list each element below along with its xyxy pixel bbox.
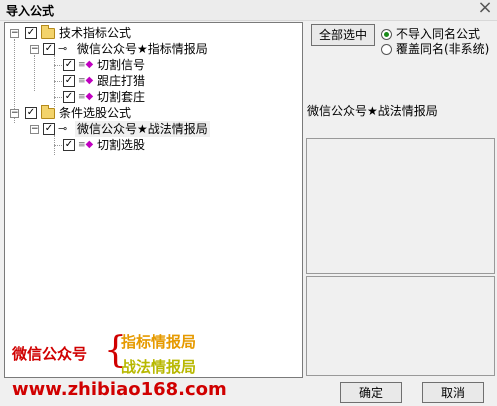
title-bar: 导入公式 × <box>0 0 497 21</box>
formula-icon: ≡◆ <box>78 75 94 86</box>
checkbox-icon[interactable]: ✓ <box>63 75 75 87</box>
watermark-strategy-bureau: 战法情报局 <box>121 358 197 376</box>
tree-node-formula[interactable]: ✓ ≡◆ 切割套庄 <box>5 89 295 105</box>
tree-node-screening-formulas[interactable]: − ✓ 条件选股公式 <box>5 105 295 121</box>
checkbox-icon[interactable]: ✓ <box>63 91 75 103</box>
watermark-indicator-bureau: 指标情报局 <box>121 333 197 351</box>
tree-node-formula[interactable]: ✓ ≡◆ 跟庄打猎 <box>5 73 295 89</box>
formula-icon: ≡◆ <box>78 139 94 150</box>
formula-name-text: 微信公众号★战法情报局 <box>307 104 438 118</box>
formula-description-box <box>306 138 495 274</box>
tree-node-indicator-group[interactable]: − ✓ ⊸ 微信公众号★指标情报局 <box>5 41 295 57</box>
collapse-icon[interactable]: − <box>10 29 19 38</box>
tree-node-label: 微信公众号★指标情报局 <box>77 42 208 56</box>
checkbox-icon[interactable]: ✓ <box>43 43 55 55</box>
select-all-button[interactable]: 全部选中 <box>311 24 375 46</box>
collapse-icon[interactable]: − <box>30 45 39 54</box>
tree-node-technical-formulas[interactable]: − ✓ 技术指标公式 <box>5 25 295 41</box>
watermark-wechat: 微信公众号 <box>12 345 88 363</box>
checkbox-icon[interactable]: ✓ <box>63 139 75 151</box>
confirm-button[interactable]: 确定 <box>340 382 402 403</box>
tree-node-formula[interactable]: ✓ ≡◆ 切割信号 <box>5 57 295 73</box>
collapse-icon[interactable]: − <box>10 109 19 118</box>
tree-node-label: 切割选股 <box>97 138 146 152</box>
formula-icon: ≡◆ <box>78 59 94 70</box>
formula-tree[interactable]: − ✓ 技术指标公式 − ✓ ⊸ 微信公众号★指标情报局 ✓ ≡◆ 切割信号 ✓… <box>4 22 303 378</box>
key-icon: ⊸ <box>58 122 68 135</box>
formula-params-box <box>306 276 495 376</box>
formula-icon: ≡◆ <box>78 91 94 102</box>
collapse-icon[interactable]: − <box>30 125 39 134</box>
tree-node-formula[interactable]: ✓ ≡◆ 切割选股 <box>5 137 295 153</box>
tree-node-label: 微信公众号★战法情报局 <box>75 121 210 137</box>
checkbox-icon[interactable]: ✓ <box>63 59 75 71</box>
folder-icon <box>41 105 55 119</box>
close-icon[interactable]: × <box>477 0 493 18</box>
folder-icon <box>41 25 55 39</box>
tree-node-label: 跟庄打猎 <box>97 74 146 88</box>
tree-node-label: 条件选股公式 <box>59 106 132 120</box>
key-icon: ⊸ <box>58 42 68 55</box>
checkbox-icon[interactable]: ✓ <box>25 27 37 39</box>
radio-no-import[interactable] <box>381 29 392 40</box>
checkbox-icon[interactable]: ✓ <box>25 107 37 119</box>
tree-node-label: 切割套庄 <box>97 90 146 104</box>
tree-node-label: 技术指标公式 <box>59 26 132 40</box>
radio-overwrite[interactable] <box>381 44 392 55</box>
window-title: 导入公式 <box>6 4 55 18</box>
watermark-url: www.zhibiao168.com <box>12 379 227 400</box>
checkbox-icon[interactable]: ✓ <box>43 123 55 135</box>
radio-overwrite-label[interactable]: 覆盖同名(非系统) <box>396 40 489 57</box>
tree-node-strategy-group[interactable]: − ✓ ⊸ 微信公众号★战法情报局 <box>5 121 295 137</box>
cancel-button[interactable]: 取消 <box>422 382 484 403</box>
tree-node-label: 切割信号 <box>97 58 146 72</box>
